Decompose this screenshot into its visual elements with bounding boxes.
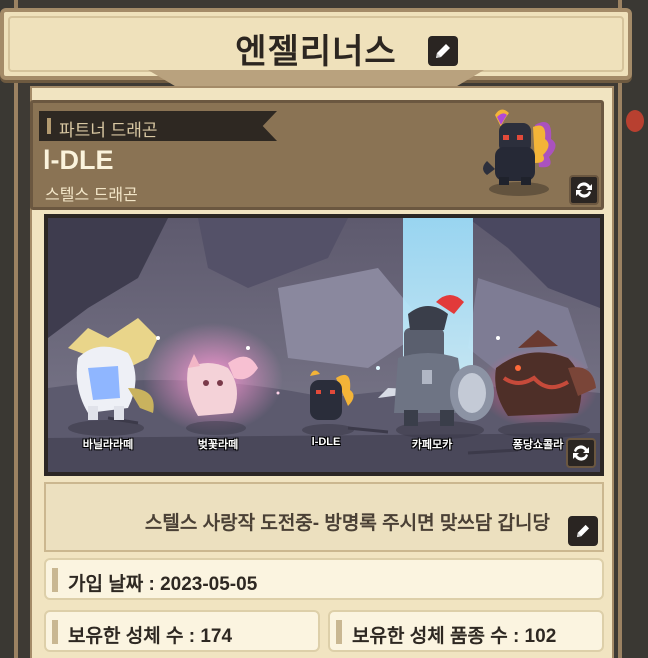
background-right-edge xyxy=(622,0,648,658)
join-date-row: 가입 날짜 : 2023-05-05 xyxy=(44,558,604,600)
bio-text: 스텔스 사랑작 도전중- 방명록 주시면 맞쓰담 갑니당 xyxy=(144,513,550,534)
profile-bio: 스텔스 사랑작 도전중- 방명록 주시면 맞쓰담 갑니당 xyxy=(44,482,604,552)
partner-dragon-card: 파트너 드래곤 l-DLE 스텔스 드래곤 xyxy=(30,100,604,210)
title-banner: 엔젤리너스 xyxy=(0,8,632,80)
pencil-icon xyxy=(576,524,590,538)
partner-dragon-type: 스텔스 드래곤 xyxy=(45,187,138,204)
partner-dragon-name: l-DLE xyxy=(43,145,114,175)
scene-dragon-label: 벚꽃라떼 xyxy=(197,439,239,451)
info-row-marker xyxy=(52,620,58,644)
bio-edit-button[interactable] xyxy=(568,516,598,546)
swap-icon xyxy=(573,445,589,461)
pencil-icon xyxy=(436,44,450,58)
owned-adults-row: 보유한 성체 수 : 174 xyxy=(44,610,320,652)
scene-change-button[interactable] xyxy=(566,438,596,468)
scene-dragon-label: 퐁당쇼콜라 xyxy=(512,439,564,451)
title-edit-button[interactable] xyxy=(428,36,458,66)
partner-tag: 파트너 드래곤 xyxy=(39,111,277,141)
partner-dragon-sprite xyxy=(483,109,556,196)
partner-tag-marker xyxy=(47,118,51,134)
scene-illustration xyxy=(48,218,600,472)
swap-icon xyxy=(576,182,592,198)
notification-dot xyxy=(626,110,644,132)
partner-change-button[interactable] xyxy=(569,175,599,205)
owned-species-row: 보유한 성체 품종 수 : 102 xyxy=(328,610,604,652)
partner-tag-label: 파트너 드래곤 xyxy=(59,121,158,140)
scene-dragon-label: 바닐라라떼 xyxy=(82,439,134,451)
join-date: 가입 날짜 : 2023-05-05 xyxy=(68,574,258,595)
background-left-edge xyxy=(0,0,14,658)
title-ribbon xyxy=(148,70,484,86)
info-row-marker xyxy=(52,568,58,592)
dragon-scene: 바닐라라떼 벚꽃라떼 l-DLE 카페모카 퐁당쇼콜라 xyxy=(44,214,604,476)
profile-title: 엔젤리너스 xyxy=(235,33,397,71)
info-row-marker xyxy=(336,620,342,644)
owned-species-count: 보유한 성체 품종 수 : 102 xyxy=(352,626,557,647)
scene-dragon-label: l-DLE xyxy=(311,436,341,448)
scene-dragon-label: 카페모카 xyxy=(411,439,453,451)
owned-adults-count: 보유한 성체 수 : 174 xyxy=(68,626,233,647)
